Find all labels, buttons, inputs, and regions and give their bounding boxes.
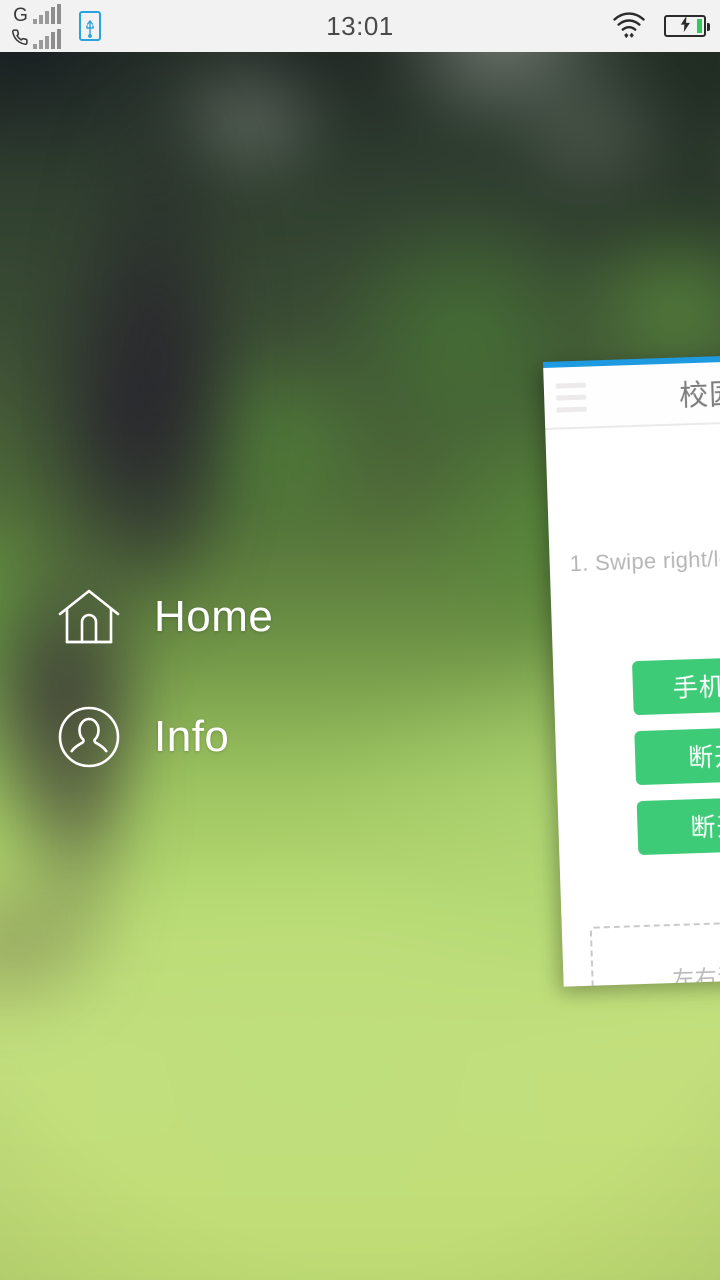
charging-bolt-icon xyxy=(680,15,691,37)
connect-campus-network-button[interactable]: 手机连接校园网 xyxy=(631,652,720,716)
sidebar-item-label-home: Home xyxy=(154,592,274,641)
disconnect-all-networks-button[interactable]: 断开全部网络 xyxy=(636,792,720,856)
app-card-surface: 校园网服务 1. Swipe right/left to 手机连接校园网 断开手… xyxy=(543,348,720,987)
navigation-drawer: Home Info xyxy=(0,52,540,1280)
home-icon xyxy=(58,586,120,648)
person-icon xyxy=(58,706,120,768)
swipe-hint-box: 左右滑动，可以发现 xyxy=(589,914,720,987)
disconnect-phone-network-button[interactable]: 断开手机网络 xyxy=(634,722,720,786)
status-bar-right xyxy=(612,0,710,52)
card-body: 1. Swipe right/left to 手机连接校园网 断开手机网络 断开… xyxy=(549,538,720,987)
phone-screen: G 13:01 Home Info 校园网服务 1. Swipe right/l… xyxy=(0,0,720,1280)
page-title: 校园网服务 xyxy=(678,373,720,413)
sidebar-item-label-info: Info xyxy=(154,712,230,761)
battery-charging-icon xyxy=(664,15,710,37)
action-button-group: 手机连接校园网 断开手机网络 断开全部网络 xyxy=(573,651,720,857)
battery-level-fill xyxy=(697,19,702,33)
instruction-step-text: 1. Swipe right/left to xyxy=(569,545,720,577)
sidebar-item-info[interactable]: Info xyxy=(0,677,540,797)
status-bar: G 13:01 xyxy=(0,0,720,52)
wifi-icon xyxy=(612,10,646,43)
app-preview-card[interactable]: 校园网服务 1. Swipe right/left to 手机连接校园网 断开手… xyxy=(543,348,720,987)
sidebar-item-home[interactable]: Home xyxy=(0,557,540,677)
